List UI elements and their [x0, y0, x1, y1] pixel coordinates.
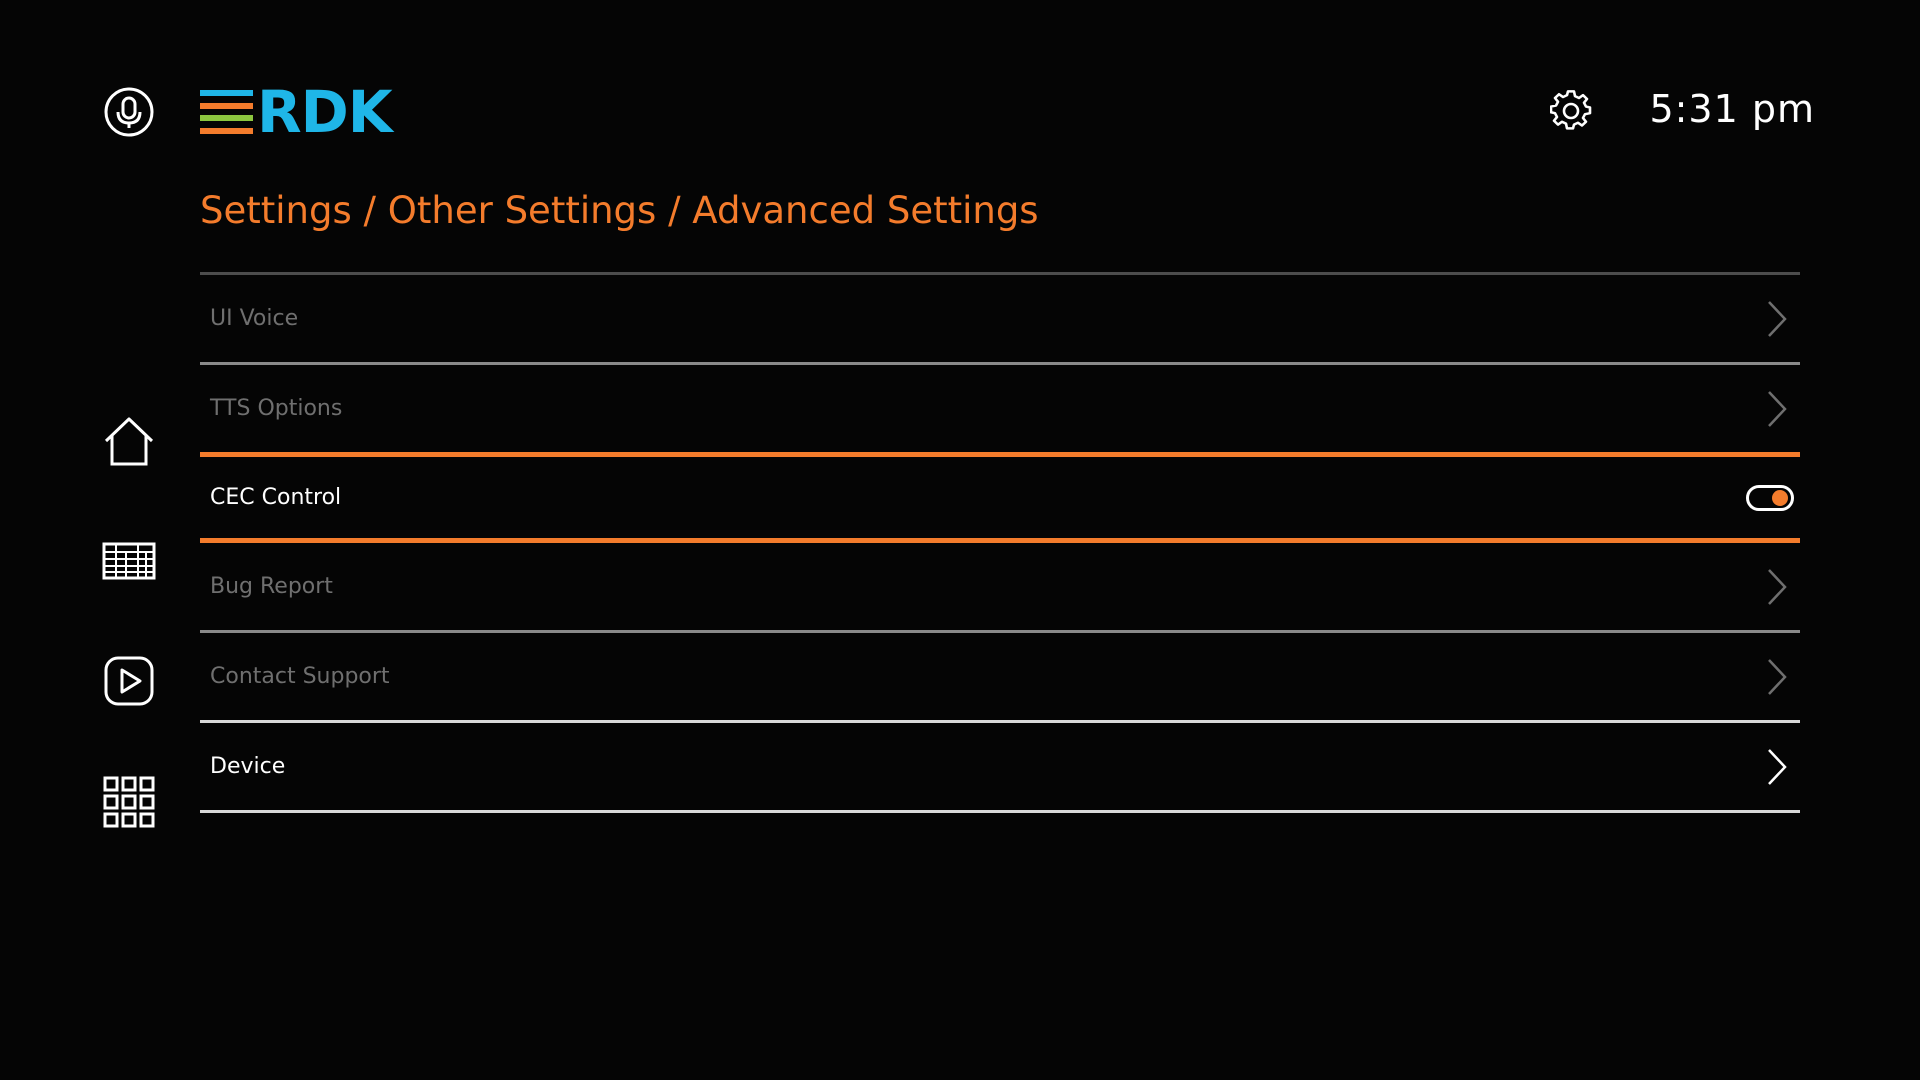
menu-item-cec-control[interactable]: CEC Control: [200, 452, 1800, 543]
microphone-icon[interactable]: [102, 85, 156, 139]
gear-icon[interactable]: [1549, 90, 1592, 132]
tv-guide-icon[interactable]: [102, 534, 156, 588]
menu-item-label: TTS Options: [210, 396, 343, 421]
menu-item-ui-voice[interactable]: UI Voice: [200, 275, 1800, 365]
menu-item-label: CEC Control: [210, 485, 342, 510]
menu-item-tts-options[interactable]: TTS Options: [200, 365, 1800, 455]
menu-item-label: Device: [210, 754, 286, 779]
menu-item-bug-report[interactable]: Bug Report: [200, 543, 1800, 633]
menu-item-label: Bug Report: [210, 574, 333, 599]
breadcrumb: Settings / Other Settings / Advanced Set…: [200, 189, 1039, 232]
menu-item-label: UI Voice: [210, 306, 299, 331]
menu-item-device[interactable]: Device: [200, 723, 1800, 813]
chevron-right-icon: [1768, 658, 1787, 695]
menu-item-contact-support[interactable]: Contact Support: [200, 633, 1800, 723]
play-icon[interactable]: [102, 654, 156, 708]
home-icon[interactable]: [102, 414, 156, 468]
menu-item-label: Contact Support: [210, 664, 390, 689]
logo-text: RDK: [257, 78, 393, 146]
apps-grid-icon[interactable]: [102, 775, 156, 829]
chevron-right-icon: [1768, 568, 1787, 605]
chevron-right-icon: [1768, 390, 1787, 427]
settings-screen: RDK 5:31 pm Settings / Other Settings / …: [0, 0, 1920, 1080]
logo-stripes: [200, 90, 253, 134]
chevron-right-icon: [1768, 300, 1787, 337]
cec-control-toggle[interactable]: [1746, 484, 1794, 511]
clock: 5:31 pm: [1649, 87, 1815, 131]
chevron-right-icon: [1768, 748, 1787, 785]
toggle-knob: [1772, 489, 1788, 506]
rdk-logo: RDK: [200, 78, 393, 146]
settings-menu: UI Voice TTS Options CEC Control Bug Rep…: [200, 272, 1800, 813]
